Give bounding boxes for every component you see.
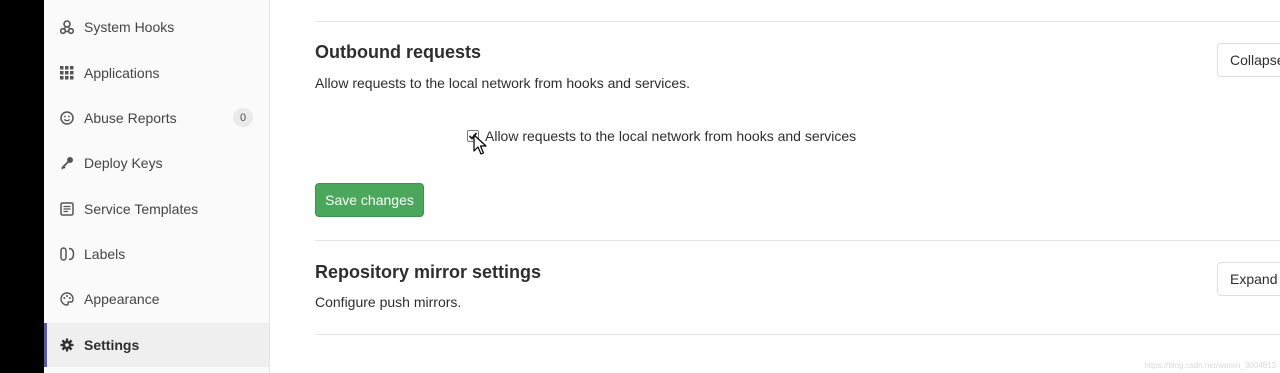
watermark: https://blog.csdn.net/weixin_3004813 xyxy=(1144,361,1276,370)
section-divider xyxy=(315,334,1280,335)
admin-sidebar: System Hooks Applications Abuse Reports … xyxy=(44,0,270,373)
save-changes-button[interactable]: Save changes xyxy=(315,183,424,217)
sidebar-item-abuse-reports[interactable]: Abuse Reports 0 xyxy=(44,96,269,140)
hook-icon xyxy=(59,19,75,35)
key-icon xyxy=(59,155,75,171)
mouse-cursor-icon xyxy=(473,134,487,155)
grid-icon xyxy=(59,65,75,81)
smiley-icon xyxy=(59,110,75,126)
sidebar-item-label: Deploy Keys xyxy=(84,155,163,171)
section-title: Repository mirror settings xyxy=(315,262,542,282)
sidebar-item-label: Abuse Reports xyxy=(84,110,177,126)
section-description: Allow requests to the local network from… xyxy=(315,75,691,91)
app-window: System Hooks Applications Abuse Reports … xyxy=(44,0,1280,373)
collapse-button[interactable]: Collapse xyxy=(1217,43,1280,77)
sidebar-item-labels[interactable]: Labels xyxy=(44,232,269,276)
sidebar-item-label: Labels xyxy=(84,246,126,262)
sidebar-item-system-hooks[interactable]: System Hooks xyxy=(44,5,269,49)
sidebar-item-deploy-keys[interactable]: Deploy Keys xyxy=(44,141,269,185)
template-icon xyxy=(59,201,75,217)
sidebar-item-settings[interactable]: Settings xyxy=(44,323,269,367)
section-description: Configure push mirrors. xyxy=(315,294,462,310)
section-divider xyxy=(315,240,1280,241)
sidebar-item-label: Applications xyxy=(84,65,160,81)
sidebar-item-applications[interactable]: Applications xyxy=(44,51,269,95)
sidebar-item-label: System Hooks xyxy=(84,19,175,35)
count-badge: 0 xyxy=(233,108,253,127)
settings-content: Outbound requests Allow requests to the … xyxy=(270,0,1280,373)
sidebar-item-label: Settings xyxy=(84,337,140,353)
allow-local-requests-option[interactable]: Allow requests to the local network from… xyxy=(467,128,856,144)
sidebar-item-service-templates[interactable]: Service Templates xyxy=(44,187,269,231)
palette-icon xyxy=(59,291,75,307)
labels-icon xyxy=(59,246,75,262)
section-divider xyxy=(315,21,1280,22)
section-title: Outbound requests xyxy=(315,42,481,62)
sidebar-item-appearance[interactable]: Appearance xyxy=(44,277,269,321)
gear-icon xyxy=(59,337,75,353)
expand-button[interactable]: Expand xyxy=(1217,262,1280,296)
checkbox-label: Allow requests to the local network from… xyxy=(485,128,857,144)
sidebar-item-label: Appearance xyxy=(84,291,160,307)
sidebar-item-label: Service Templates xyxy=(84,201,199,217)
